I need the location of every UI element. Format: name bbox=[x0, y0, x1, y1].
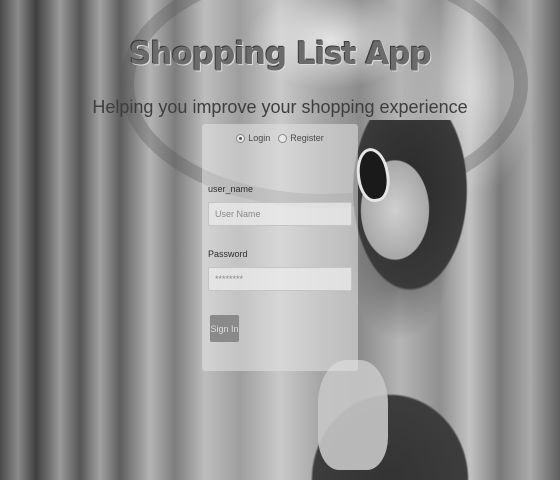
sign-in-button[interactable]: Sign In bbox=[210, 315, 239, 342]
register-radio-option[interactable]: Register bbox=[278, 133, 324, 143]
app-window: Shopping List App Helping you improve yo… bbox=[0, 0, 560, 480]
register-radio-label: Register bbox=[290, 133, 324, 143]
app-title: Shopping List App bbox=[129, 36, 432, 72]
hand-image bbox=[318, 360, 388, 470]
username-label: user_name bbox=[208, 184, 254, 194]
app-subtitle: Helping you improve your shopping experi… bbox=[92, 97, 468, 117]
password-input[interactable] bbox=[208, 267, 352, 291]
login-radio-option[interactable]: Login bbox=[236, 133, 270, 143]
register-radio-icon[interactable] bbox=[278, 133, 288, 143]
auth-mode-selector: Login Register bbox=[202, 133, 358, 143]
password-label: Password bbox=[208, 249, 248, 259]
username-input[interactable] bbox=[208, 202, 352, 226]
login-radio-label: Login bbox=[248, 133, 271, 143]
login-panel: Login Register user_name Password Sign I… bbox=[202, 124, 358, 371]
login-radio-icon[interactable] bbox=[236, 133, 246, 143]
